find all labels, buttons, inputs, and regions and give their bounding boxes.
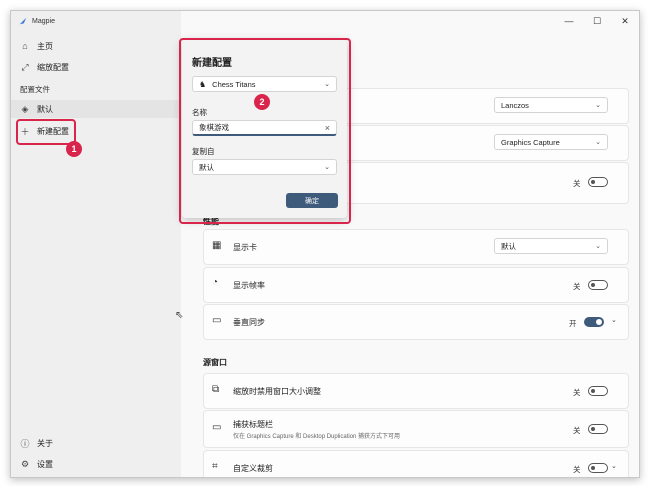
capture-titlebar-row: ▭ 捕获标题栏 仅在 Graphics Capture 和 Desktop Du…	[203, 410, 629, 448]
capture-titlebar-toggle[interactable]	[588, 424, 608, 434]
disable-resize-row: ⧉ 缩放时禁用窗口大小调整 关	[203, 373, 629, 409]
window-resize-icon: ⧉	[212, 384, 220, 395]
chevron-down-icon: ⌄	[595, 102, 601, 109]
sidebar-item-about[interactable]: ⓘ 关于	[11, 434, 181, 452]
vsync-row[interactable]: ▭ 垂直同步 开 ⌄	[203, 304, 629, 340]
chevron-down-icon: ⌄	[595, 139, 601, 146]
sidebar-section-profiles: 配置文件	[20, 85, 50, 94]
app-title-area: Magpie	[19, 17, 55, 25]
custom-crop-row[interactable]: ⌗ 自定义裁剪 关 ⌄	[203, 450, 629, 477]
maximize-button[interactable]: ☐	[583, 11, 611, 31]
custom-crop-toggle[interactable]	[588, 463, 608, 473]
sidebar-item-label: 关于	[37, 438, 53, 448]
group-title-source-window: 源窗口	[203, 358, 227, 367]
toggle-state-text: 关	[573, 179, 581, 188]
toggle-switch[interactable]	[588, 177, 608, 187]
graphics-card-select[interactable]: 默认 ⌄	[494, 238, 608, 254]
mouse-cursor-icon: ⇖	[175, 310, 184, 321]
disable-resize-toggle[interactable]	[588, 386, 608, 396]
sidebar-item-scaling-configs[interactable]: ⤢ 缩放配置	[11, 58, 181, 76]
titlebar-icon: ▭	[212, 422, 222, 433]
sidebar-item-label: 设置	[37, 459, 53, 469]
graphics-card-icon: ▦	[212, 240, 222, 251]
layers-icon: ◈	[21, 103, 29, 114]
close-button[interactable]: ✕	[611, 11, 639, 31]
sidebar-item-default-profile[interactable]: ◈ 默认	[11, 100, 181, 118]
sidebar-item-label: 缩放配置	[37, 62, 69, 72]
capture-method-select[interactable]: Graphics Capture ⌄	[494, 134, 608, 150]
sidebar-item-label: 默认	[37, 104, 53, 114]
chevron-down-icon[interactable]: ⌄	[611, 316, 617, 324]
monitor-icon: ▭	[212, 315, 222, 326]
sidebar-item-label: 主页	[37, 41, 53, 51]
gauge-icon: ◔	[212, 277, 219, 288]
minimize-button[interactable]: —	[555, 11, 583, 31]
show-fps-row: ◔ 显示帧率 关	[203, 267, 629, 303]
sidebar-item-home[interactable]: ⌂ 主页	[11, 37, 181, 55]
callout-new-profile	[16, 119, 76, 145]
callout-dialog	[179, 38, 351, 224]
vsync-toggle[interactable]	[584, 317, 604, 327]
badge-step-1: 1	[66, 141, 82, 157]
badge-step-2: 2	[254, 94, 270, 110]
scaling-mode-select[interactable]: Lanczos ⌄	[494, 97, 608, 113]
graphics-card-row: ▦ 显示卡 默认 ⌄	[203, 229, 629, 265]
sidebar-item-settings[interactable]: ⚙ 设置	[11, 455, 181, 473]
gear-icon: ⚙	[20, 458, 30, 469]
chevron-down-icon[interactable]: ⌄	[611, 462, 617, 470]
sidebar: Magpie ⌂ 主页 ⤢ 缩放配置 配置文件 ◈ 默认 ＋ 新建配置 ⓘ 关于…	[11, 11, 181, 477]
magpie-logo-icon	[19, 17, 27, 25]
home-icon: ⌂	[22, 41, 28, 51]
window-controls: — ☐ ✕	[555, 11, 639, 31]
resize-icon: ⤢	[21, 61, 29, 72]
show-fps-toggle[interactable]	[588, 280, 608, 290]
info-icon: ⓘ	[20, 438, 30, 449]
chevron-down-icon: ⌄	[595, 243, 601, 250]
app-title: Magpie	[32, 17, 55, 25]
crop-icon: ⌗	[212, 461, 218, 472]
